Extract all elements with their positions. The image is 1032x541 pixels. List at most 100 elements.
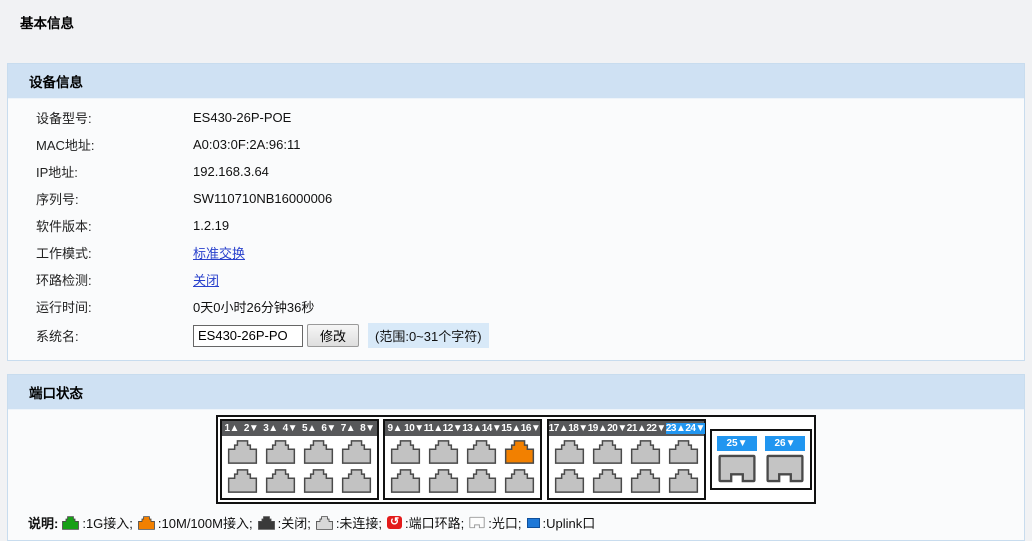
port-26[interactable]: 26▼ bbox=[765, 436, 805, 483]
port-block-1-header: 1▲2▼3▲4▼5▲6▼7▲8▼ bbox=[222, 421, 377, 436]
port-10[interactable] bbox=[390, 469, 421, 493]
port-23[interactable] bbox=[668, 440, 699, 464]
rj45-port-icon bbox=[554, 469, 585, 493]
port-17[interactable] bbox=[554, 440, 585, 464]
port-12[interactable] bbox=[428, 469, 459, 493]
serial-number-value: SW110710NB16000006 bbox=[193, 191, 332, 206]
legend-item-2: :10M/100M接入; bbox=[138, 513, 253, 532]
rj45-port-icon bbox=[630, 469, 661, 493]
port-1-label: 1▲ bbox=[222, 423, 241, 434]
port-15-label: 15▲ bbox=[501, 423, 521, 434]
switch-port-diagram: 1▲2▼3▲4▼5▲6▼7▲8▼ 9▲10▼11▲12▼13▲14▼15▲16▼… bbox=[216, 415, 816, 504]
port-block-2: 9▲10▼11▲12▼13▲14▼15▲16▼ bbox=[383, 419, 542, 500]
port-19[interactable] bbox=[592, 440, 623, 464]
fiber-port-icon bbox=[469, 516, 485, 529]
legend-item-6: :光口; bbox=[469, 513, 521, 532]
port-15[interactable] bbox=[504, 440, 535, 464]
port-26-label: 26▼ bbox=[765, 436, 805, 451]
rj45-port-icon bbox=[303, 440, 334, 464]
port-9[interactable] bbox=[390, 440, 421, 464]
port-23-label: 23▲ bbox=[666, 423, 686, 434]
port-14[interactable] bbox=[466, 469, 497, 493]
port-2[interactable] bbox=[227, 469, 258, 493]
system-name-input[interactable] bbox=[193, 325, 303, 347]
modify-button[interactable]: 修改 bbox=[307, 324, 359, 347]
page-root: 基本信息 设备信息 设备型号:ES430-26P-POEMAC地址:A0:03:… bbox=[0, 0, 1032, 541]
port-16[interactable] bbox=[504, 469, 535, 493]
port-5-label: 5▲ bbox=[300, 423, 319, 434]
legend-item-label: :端口环路; bbox=[405, 513, 464, 532]
port-7[interactable] bbox=[341, 440, 372, 464]
rj45-legend-icon bbox=[258, 516, 275, 530]
port-2-label: 2▼ bbox=[241, 423, 260, 434]
port-18[interactable] bbox=[554, 469, 585, 493]
port-4[interactable] bbox=[265, 469, 296, 493]
port-11[interactable] bbox=[428, 440, 459, 464]
rj45-port-icon bbox=[428, 469, 459, 493]
port-20-label: 20▼ bbox=[607, 423, 627, 434]
port-3[interactable] bbox=[265, 440, 296, 464]
port-1[interactable] bbox=[227, 440, 258, 464]
port-9-label: 9▲ bbox=[385, 423, 404, 434]
port-4-label: 4▼ bbox=[280, 423, 299, 434]
legend-item-1: :1G接入; bbox=[62, 513, 133, 532]
port-block-3-header: 17▲18▼19▲20▼21▲22▼23▲24▼ bbox=[549, 421, 704, 436]
port-8[interactable] bbox=[341, 469, 372, 493]
port-block-3: 17▲18▼19▲20▼21▲22▼23▲24▼ bbox=[547, 419, 706, 500]
row-device-model: 设备型号:ES430-26P-POE bbox=[8, 104, 1024, 131]
legend-item-label: :1G接入; bbox=[82, 513, 133, 532]
port-24[interactable] bbox=[668, 469, 699, 493]
row-software-version: 软件版本:1.2.19 bbox=[8, 212, 1024, 239]
rj45-port-icon bbox=[316, 516, 333, 530]
rj45-port-icon bbox=[62, 516, 79, 530]
port-13[interactable] bbox=[466, 440, 497, 464]
port-5[interactable] bbox=[303, 440, 334, 464]
port-17-label: 17▲ bbox=[549, 423, 569, 434]
fiber-port-icon bbox=[765, 454, 805, 483]
page-title: 基本信息 bbox=[0, 0, 1032, 32]
row-uptime: 运行时间:0天0小时26分钟36秒 bbox=[8, 293, 1024, 320]
port-25[interactable]: 25▼ bbox=[717, 436, 757, 483]
fiber-port-icon bbox=[717, 454, 757, 483]
legend-item-3: :关闭; bbox=[258, 513, 311, 532]
work-mode-link[interactable]: 标准交换 bbox=[193, 243, 245, 262]
port-6-label: 6▼ bbox=[319, 423, 338, 434]
fiber-port-block: 25▼ 26▼ bbox=[710, 429, 812, 490]
row-serial-number: 序列号:SW110710NB16000006 bbox=[8, 185, 1024, 212]
loop-alert-icon: ↺ bbox=[387, 516, 402, 529]
system-name-label: 系统名: bbox=[36, 326, 193, 345]
rj45-port-icon bbox=[390, 469, 421, 493]
rj45-port-icon bbox=[390, 440, 421, 464]
rj45-port-icon bbox=[466, 440, 497, 464]
rj45-port-icon bbox=[138, 516, 155, 530]
rj45-legend-icon bbox=[316, 516, 333, 530]
port-area: 1▲2▼3▲4▼5▲6▼7▲8▼ 9▲10▼11▲12▼13▲14▼15▲16▼… bbox=[8, 410, 1024, 540]
fiber-legend-icon bbox=[469, 516, 485, 529]
legend-prefix: 说明: bbox=[28, 513, 58, 532]
rj45-port-icon bbox=[668, 469, 699, 493]
port-3-label: 3▲ bbox=[261, 423, 280, 434]
uplink-legend-icon bbox=[527, 518, 540, 528]
rj45-port-icon bbox=[630, 440, 661, 464]
ip-address-label: IP地址: bbox=[36, 162, 193, 181]
loop-detection-link[interactable]: 关闭 bbox=[193, 270, 219, 289]
port-21[interactable] bbox=[630, 440, 661, 464]
rj45-port-icon bbox=[341, 440, 372, 464]
device-model-value: ES430-26P-POE bbox=[193, 110, 291, 125]
port-20[interactable] bbox=[592, 469, 623, 493]
port-10-label: 10▼ bbox=[404, 423, 424, 434]
device-info-title: 设备信息 bbox=[29, 75, 83, 90]
mac-address-label: MAC地址: bbox=[36, 135, 193, 154]
port-19-label: 19▲ bbox=[588, 423, 608, 434]
rj45-legend-icon bbox=[138, 516, 155, 530]
rj45-legend-icon bbox=[62, 516, 79, 530]
rj45-port-icon bbox=[592, 469, 623, 493]
port-22[interactable] bbox=[630, 469, 661, 493]
rj45-port-icon bbox=[554, 440, 585, 464]
port-12-label: 12▼ bbox=[443, 423, 463, 434]
port-6[interactable] bbox=[303, 469, 334, 493]
software-version-value: 1.2.19 bbox=[193, 218, 229, 233]
legend-item-label: :未连接; bbox=[336, 513, 382, 532]
uptime-value: 0天0小时26分钟36秒 bbox=[193, 297, 314, 316]
legend-item-5: ↺:端口环路; bbox=[387, 513, 464, 532]
